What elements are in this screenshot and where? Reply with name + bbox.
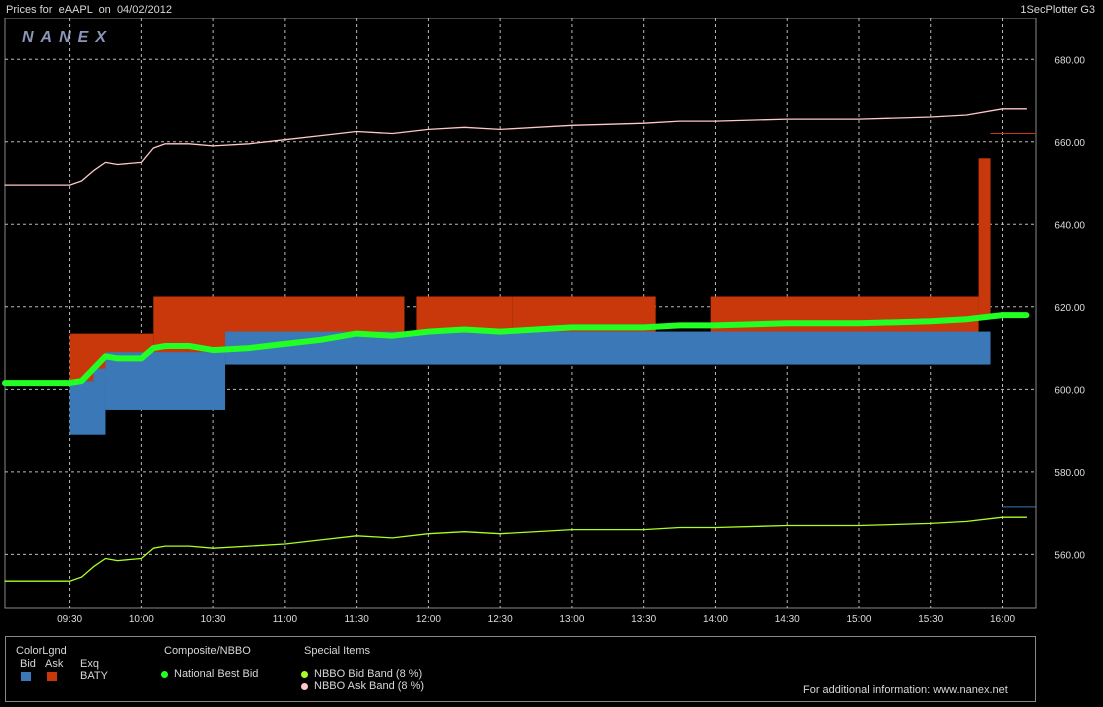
y-tick-label: 680.00 [1054, 55, 1085, 66]
bid-band-label: NBBO Bid Band (8 %) [314, 668, 423, 680]
y-tick-label: 560.00 [1054, 550, 1085, 561]
x-tick-label: 12:30 [488, 614, 513, 625]
nanex-logo: NANEX [22, 29, 113, 46]
y-tick-label: 640.00 [1054, 220, 1085, 231]
ask-bar [978, 158, 991, 316]
title-bar: Prices for eAAPL on 04/02/2012 1SecPlott… [0, 0, 1103, 18]
ask-label: Ask [45, 658, 64, 670]
y-tick-label: 580.00 [1054, 468, 1085, 479]
x-tick-label: 10:30 [201, 614, 226, 625]
colorlgnd-title: ColorLgnd [16, 645, 67, 657]
bid-band-dot [301, 671, 308, 678]
legend-panel: ColorLgnd Bid Ask Exq BATY Composite/NBB… [5, 636, 1036, 702]
special-items-title: Special Items [304, 645, 371, 657]
ask-band-dot [301, 683, 308, 690]
national-best-bid-dot [161, 671, 168, 678]
x-tick-label: 11:30 [344, 614, 369, 625]
bid-color-swatch [21, 672, 31, 681]
x-tick-label: 15:00 [846, 614, 871, 625]
chart-title: Prices for eAAPL on 04/02/2012 [6, 4, 172, 16]
y-tick-label: 600.00 [1054, 385, 1085, 396]
y-tick-label: 620.00 [1054, 303, 1085, 314]
x-tick-label: 13:30 [631, 614, 656, 625]
app-name: 1SecPlotter G3 [1020, 4, 1095, 16]
ask-band-label: NBBO Ask Band (8 %) [314, 680, 425, 692]
exchange-label: BATY [80, 670, 108, 682]
x-tick-label: 13:00 [559, 614, 584, 625]
x-tick-label: 09:30 [57, 614, 82, 625]
bid-bar [93, 368, 106, 435]
x-tick-label: 16:00 [990, 614, 1015, 625]
price-chart: NANEX 09:30 10:00 10:30 11:00 11:30 12:00 12:30… [2, 18, 1085, 625]
ask-color-swatch [47, 672, 57, 681]
bid-bar [69, 381, 94, 435]
info-link[interactable]: For additional information: www.nanex.ne… [803, 684, 1008, 696]
x-tick-label: 14:30 [775, 614, 800, 625]
national-best-bid-label: National Best Bid [174, 668, 259, 680]
x-tick-label: 10:00 [129, 614, 154, 625]
bid-label: Bid [20, 658, 36, 670]
x-tick-label: 11:00 [273, 614, 298, 625]
x-tick-label: 12:00 [416, 614, 441, 625]
x-tick-label: 14:00 [703, 614, 728, 625]
exq-label: Exq [80, 658, 99, 670]
x-tick-label: 15:30 [918, 614, 943, 625]
y-tick-label: 660.00 [1054, 138, 1085, 149]
composite-title: Composite/NBBO [164, 645, 251, 657]
